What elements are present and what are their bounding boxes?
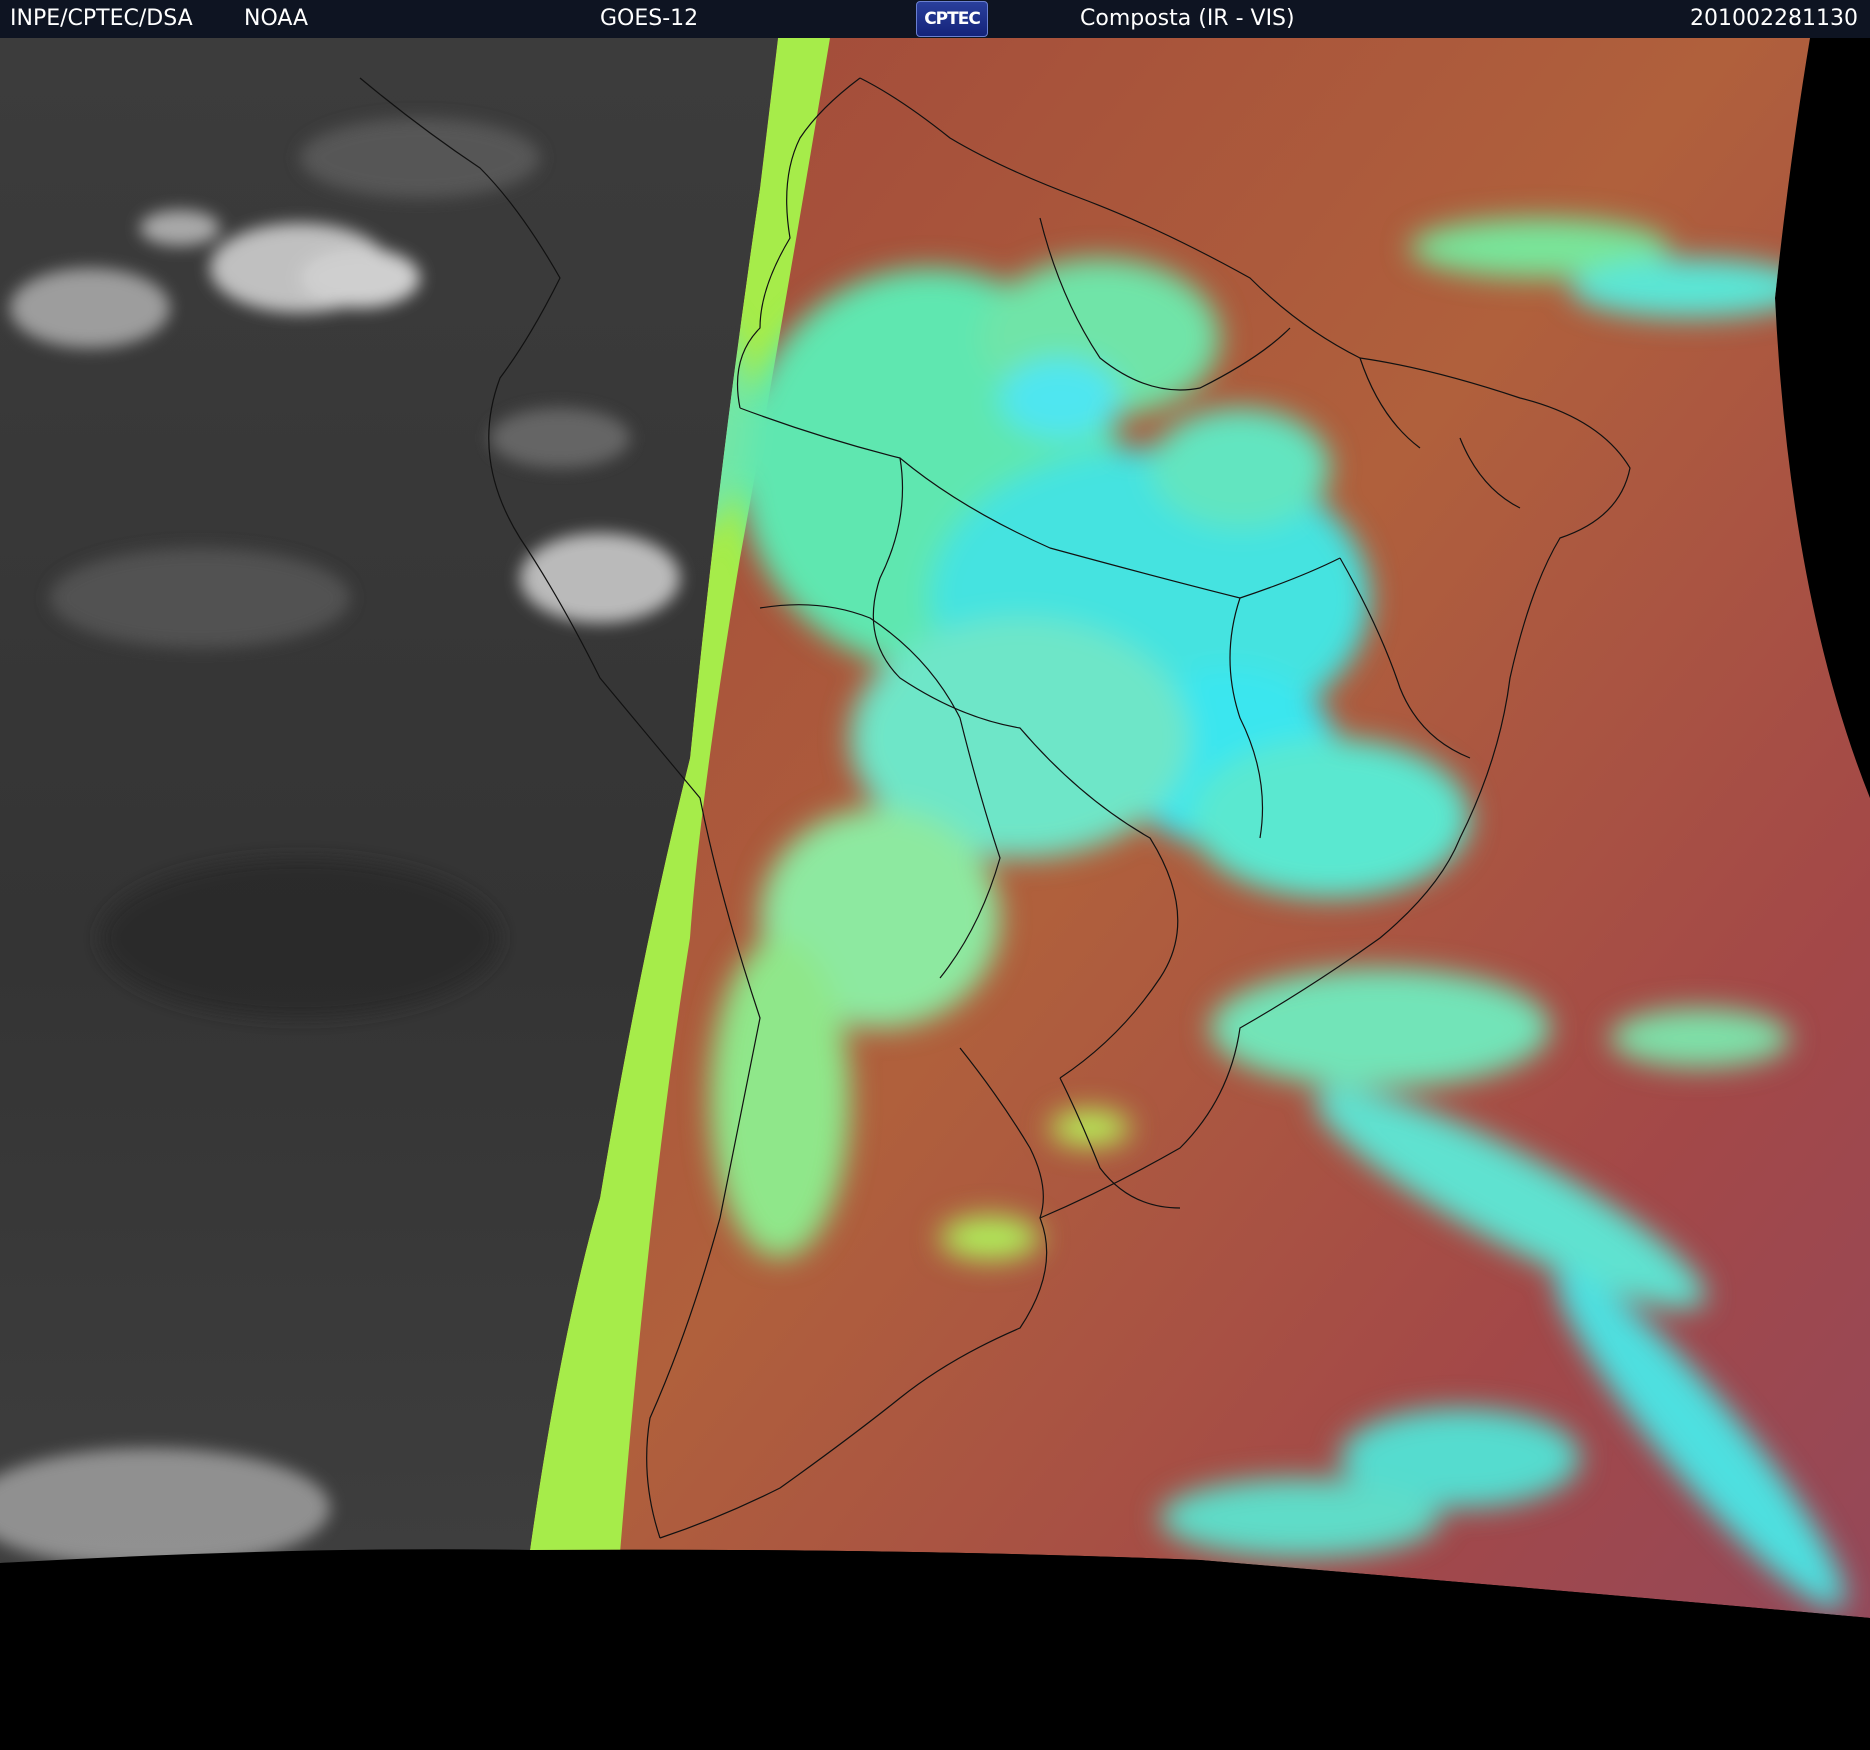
cptec-logo: CPTEC	[916, 1, 988, 37]
satellite-label: GOES-12	[600, 6, 699, 31]
image-header-bar: INPE/CPTEC/DSA NOAA GOES-12 CPTEC Compos…	[0, 0, 1870, 39]
agency-label: NOAA	[244, 6, 309, 31]
timestamp-label: 201002281130	[1690, 6, 1858, 31]
product-label: Composta (IR - VIS)	[1080, 6, 1295, 31]
satellite-composite-map	[0, 38, 1870, 1750]
institution-label: INPE/CPTEC/DSA	[10, 6, 193, 31]
